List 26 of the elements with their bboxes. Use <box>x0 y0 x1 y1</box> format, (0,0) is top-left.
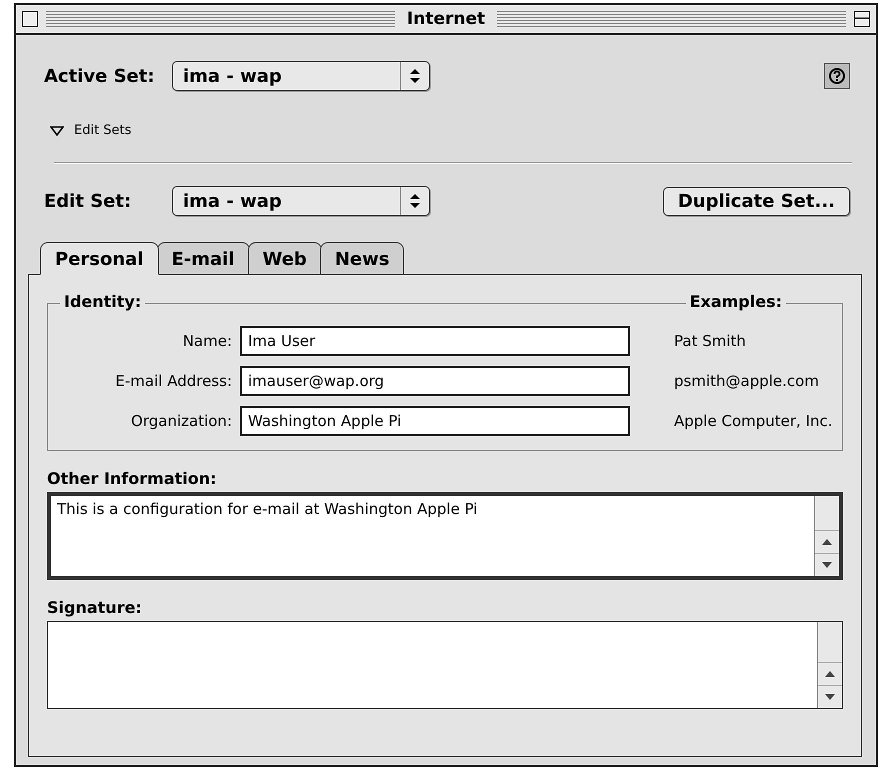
field-label: E-mail Address: <box>114 372 232 390</box>
input-field[interactable]: Ima User <box>240 326 630 356</box>
input-field[interactable]: Washington Apple Pi <box>240 406 630 436</box>
text-area-label: Signature: <box>47 598 143 617</box>
field-label: Name: <box>182 332 232 350</box>
window-title: Internet <box>406 9 486 29</box>
example-text: psmith@apple.com <box>673 372 820 390</box>
edit-set-popup[interactable]: ima - wap <box>172 186 430 216</box>
edit-sets-label: Edit Sets <box>74 123 132 138</box>
tab[interactable]: Web <box>248 242 322 275</box>
edit-set-label: Edit Set: <box>44 190 132 212</box>
example-text: Pat Smith <box>673 332 747 350</box>
tab[interactable]: Personal <box>40 242 158 275</box>
active-set-popup[interactable]: ima - wap <box>172 61 430 91</box>
examples-heading: Examples: <box>686 292 786 311</box>
active-set-label: Active Set: <box>44 66 156 86</box>
identity-heading: Identity: <box>60 292 146 311</box>
example-text: Apple Computer, Inc. <box>673 412 833 430</box>
input-field[interactable]: imauser@wap.org <box>240 366 630 396</box>
tab[interactable]: News <box>320 242 404 275</box>
edit-sets-disclosure[interactable]: Edit Sets <box>24 91 132 138</box>
tab[interactable]: E-mail <box>156 242 250 275</box>
duplicate-set-button[interactable]: Duplicate Set... <box>662 186 850 216</box>
text-area-label: Other Information: <box>47 469 218 488</box>
text-area[interactable]: This is a configuration for e-mail at Washington Apple Pi <box>47 492 843 580</box>
field-label: Organization: <box>130 412 232 430</box>
